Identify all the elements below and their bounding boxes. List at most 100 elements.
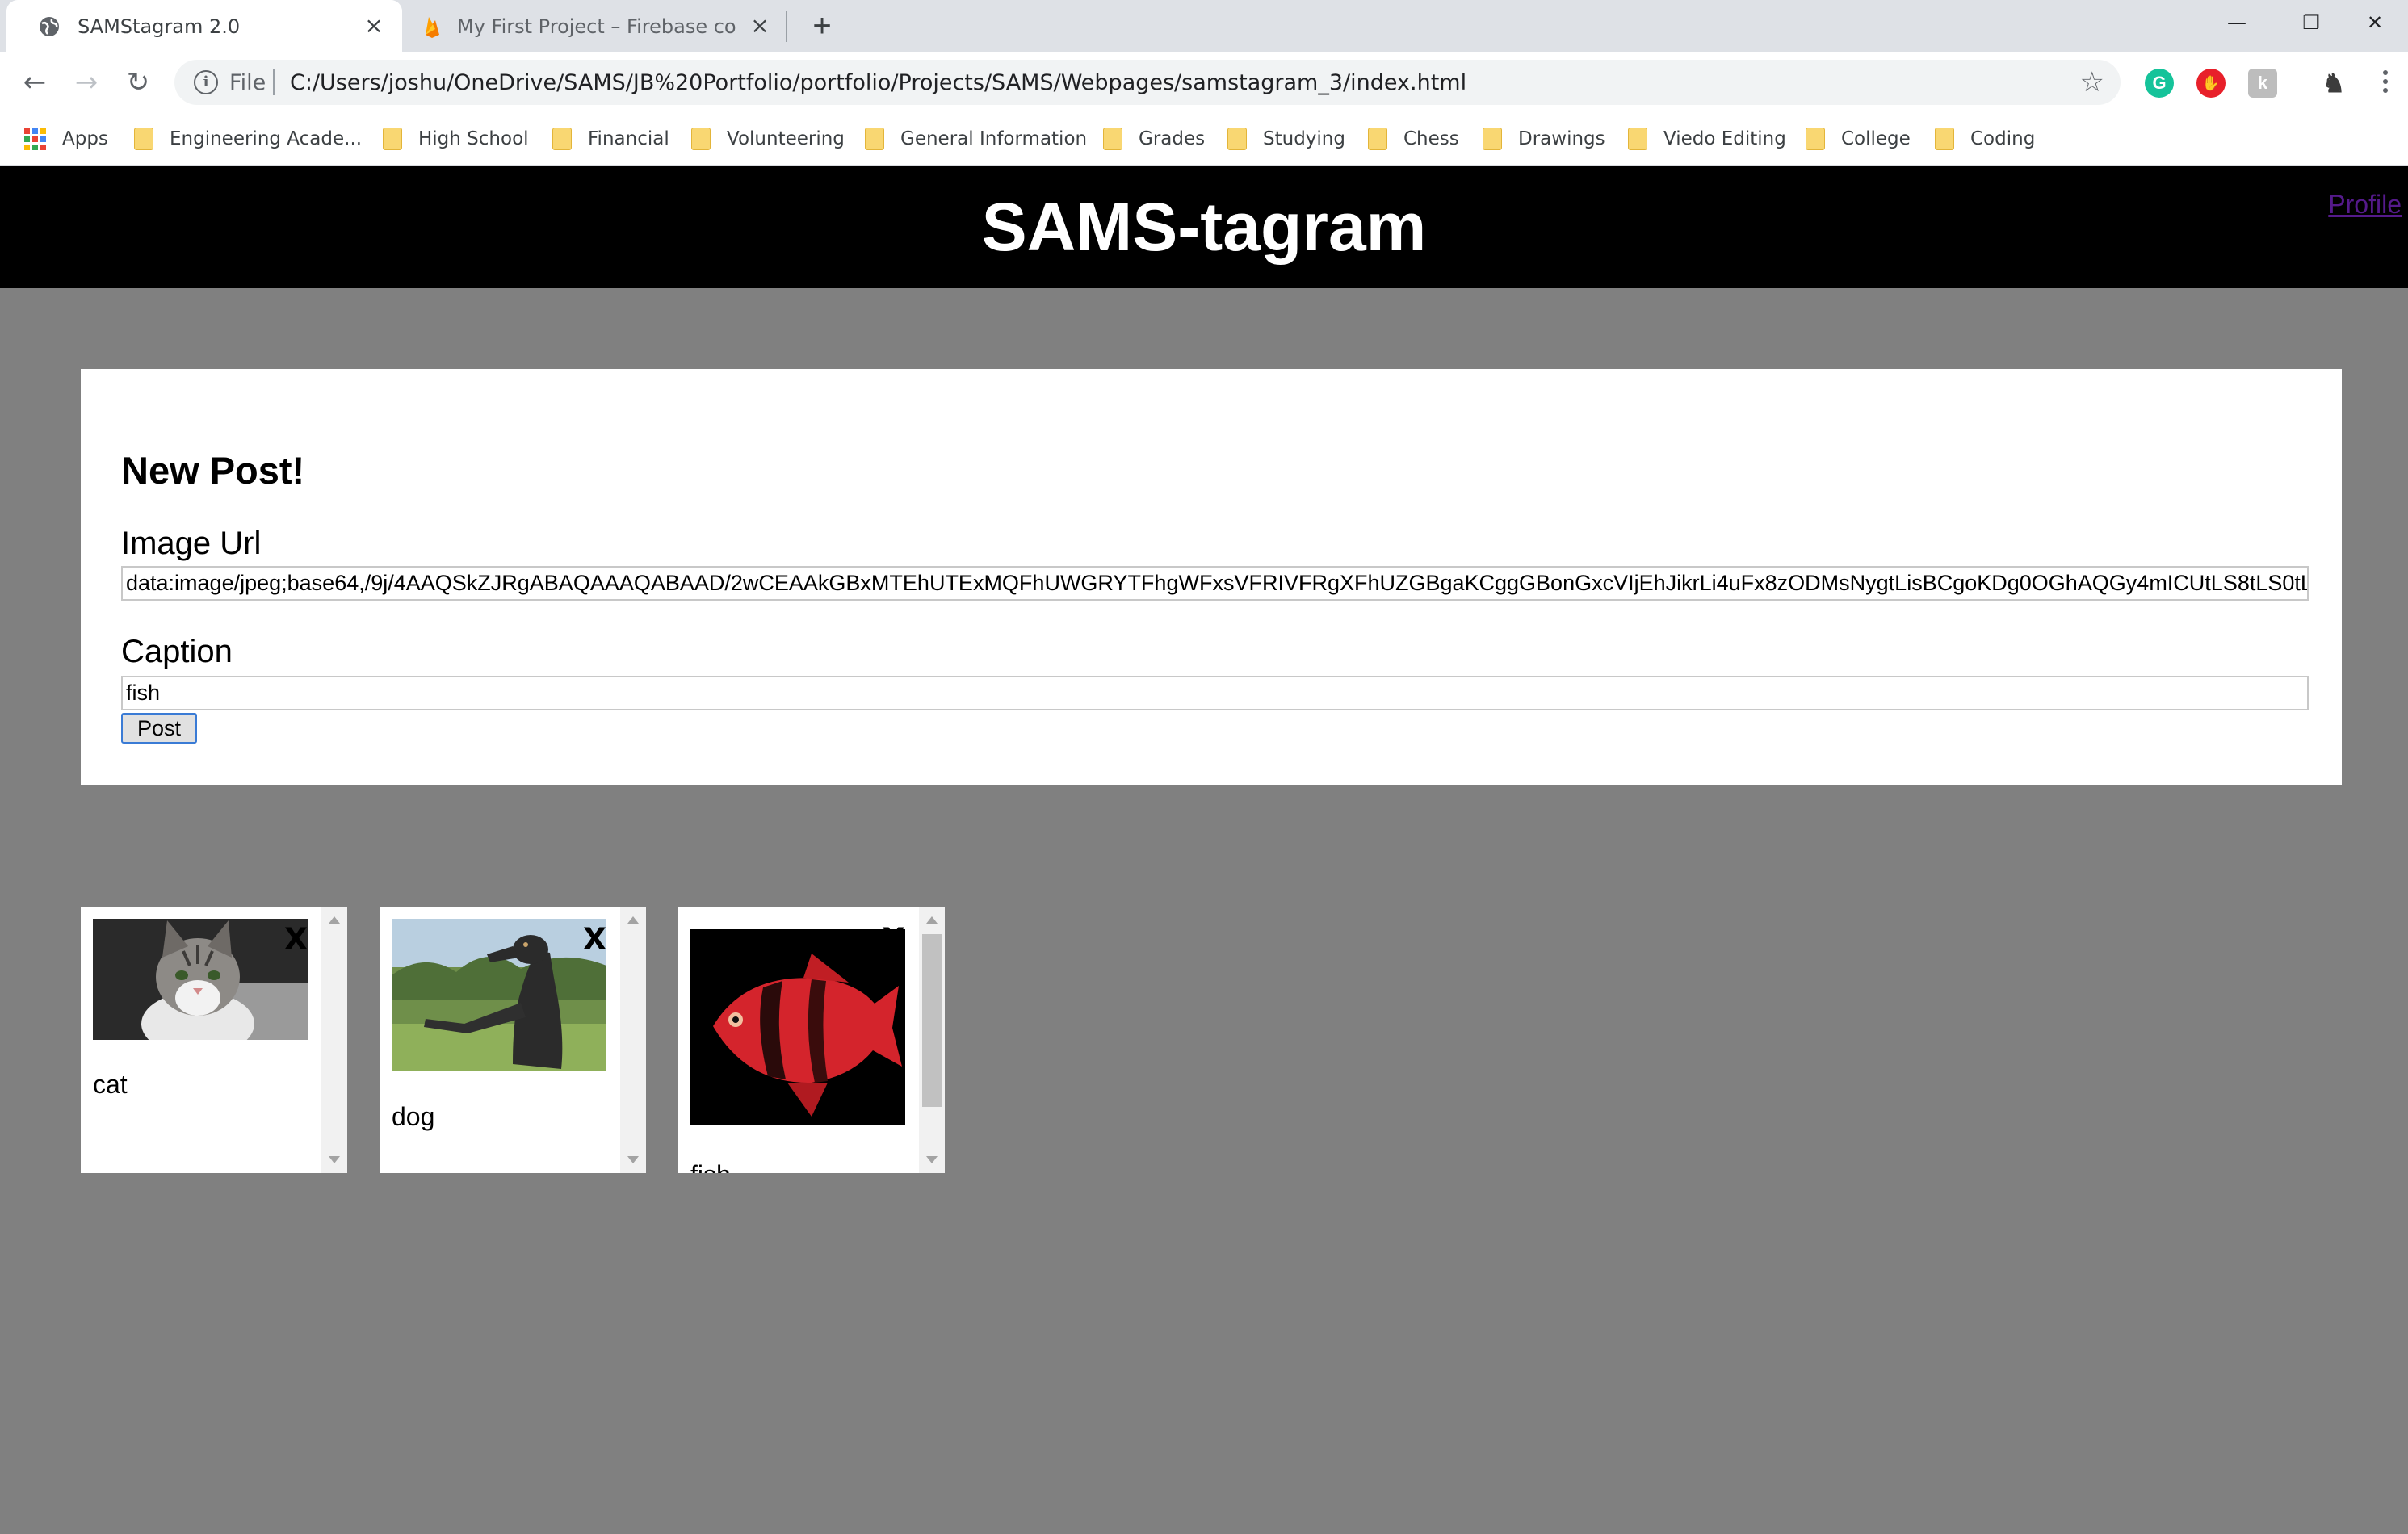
reload-icon[interactable]: ↻ [118,62,158,103]
chrome-menu-icon[interactable] [2377,67,2393,99]
folder-icon [865,128,884,150]
bookmark-folder[interactable]: Studying [1227,123,1345,155]
scroll-up-icon[interactable] [627,916,639,924]
close-window-button[interactable]: ✕ [2342,0,2408,45]
bookmark-label: Grades [1139,128,1206,149]
scroll-up-icon[interactable] [329,916,340,924]
adblock-icon[interactable]: ✋ [2196,69,2226,98]
folder-icon [1935,128,1954,150]
bookmark-label: Studying [1263,128,1345,149]
tab-title: My First Project – Firebase conso [457,15,736,38]
image-url-label: Image Url [121,526,262,561]
bookmark-apps[interactable]: Apps [24,123,108,155]
tab-strip: SAMStagram 2.0 × My First Project – Fire… [0,0,2408,52]
bookmark-label: Apps [62,128,108,149]
globe-icon [40,17,59,36]
tab-firebase[interactable]: My First Project – Firebase conso × [404,0,783,52]
scroll-up-icon[interactable] [926,916,938,924]
address-bar[interactable]: i File C:/Users/joshu/OneDrive/SAMS/JB%2… [174,60,2121,105]
bookmark-folder[interactable]: Engineering Acade... [134,123,362,155]
info-icon[interactable]: i [194,70,218,94]
post-scrollbar[interactable] [321,907,347,1173]
bookmark-label: Viedo Editing [1663,128,1786,149]
extension-icon[interactable]: k [2248,69,2277,98]
firebase-icon [426,17,439,38]
bookmark-label: General Information [900,128,1088,149]
bookmark-folder[interactable]: High School [383,123,529,155]
site-title: SAMS-tagram [981,189,1427,265]
delete-post-button[interactable]: x [284,915,308,957]
address-url[interactable]: C:/Users/joshu/OneDrive/SAMS/JB%20Portfo… [290,70,1466,95]
close-tab-icon[interactable]: × [746,12,774,40]
cat-photo [93,919,308,1040]
post-button[interactable]: Post [121,713,197,744]
fish-photo [690,929,905,1125]
caption-label: Caption [121,634,233,669]
scroll-down-icon[interactable] [329,1156,340,1163]
folder-icon [1103,128,1122,150]
address-divider [273,69,275,95]
folder-icon [1483,128,1502,150]
browser-toolbar: ← → ↻ i File C:/Users/joshu/OneDrive/SAM… [0,52,2408,113]
image-url-input[interactable]: data:image/jpeg;base64,/9j/4AAQSkZJRgABA… [121,566,2309,601]
folder-icon [1368,128,1387,150]
bookmark-folder[interactable]: Chess [1368,123,1459,155]
scroll-down-icon[interactable] [627,1156,639,1163]
bookmark-label: Volunteering [727,128,845,149]
new-post-card: New Post! Image Url data:image/jpeg;base… [81,369,2342,785]
post-scrollbar[interactable] [919,907,945,1173]
close-tab-icon[interactable]: × [360,12,388,40]
folder-icon [1806,128,1825,150]
tab-title: SAMStagram 2.0 [78,15,241,38]
bookmark-label: Chess [1403,128,1459,149]
folder-icon [134,128,153,150]
post-caption: cat [93,1070,128,1099]
bookmark-folder[interactable]: Drawings [1483,123,1605,155]
bookmark-folder[interactable]: Viedo Editing [1628,123,1786,155]
new-post-heading: New Post! [121,449,305,492]
caption-input[interactable]: fish [121,676,2309,710]
folder-icon [691,128,711,150]
folder-icon [552,128,572,150]
post-caption: dog [392,1102,435,1131]
scroll-down-icon[interactable] [926,1156,938,1163]
delete-post-button[interactable]: x [882,915,905,957]
folder-icon [1227,128,1247,150]
minimize-button[interactable]: — [2200,0,2274,45]
bookmark-label: High School [418,128,529,149]
bookmark-folder[interactable]: General Information [865,123,1087,155]
folder-icon [383,128,402,150]
post-card: x fish [678,907,945,1173]
tab-separator [786,11,787,42]
scrollbar-thumb[interactable] [922,934,942,1107]
bookmark-folder[interactable]: Coding [1935,123,2035,155]
profile-avatar-icon[interactable]: ♞ [2319,69,2348,98]
bookmark-label: Engineering Acade... [170,128,363,149]
post-caption: fish [690,1160,731,1173]
post-card: x dog [380,907,646,1173]
profile-link[interactable]: Profile [2328,190,2402,220]
post-card: x cat [81,907,347,1173]
site-header: SAMS-tagram Profile [0,166,2408,288]
back-arrow-icon[interactable]: ← [15,62,55,103]
bookmarks-bar: Apps Engineering Acade... High School Fi… [0,113,2408,166]
restore-button[interactable]: ❐ [2274,0,2348,45]
dog-photo [392,919,606,1071]
bookmark-label: Financial [588,128,669,149]
forward-arrow-icon[interactable]: → [66,62,107,103]
bookmark-label: Drawings [1518,128,1605,149]
delete-post-button[interactable]: x [583,915,606,957]
new-tab-button[interactable]: + [804,8,840,44]
bookmark-folder[interactable]: College [1806,123,1911,155]
folder-icon [1628,128,1647,150]
bookmark-label: College [1841,128,1911,149]
grammarly-icon[interactable]: G [2145,69,2174,98]
bookmark-folder[interactable]: Financial [552,123,669,155]
bookmark-folder[interactable]: Volunteering [691,123,845,155]
post-scrollbar[interactable] [620,907,646,1173]
scheme-label: File [229,70,266,95]
bookmark-folder[interactable]: Grades [1103,123,1205,155]
apps-grid-icon [24,128,46,150]
tab-samstagram[interactable]: SAMStagram 2.0 × [6,0,402,52]
bookmark-star-icon[interactable]: ☆ [2080,66,2104,98]
